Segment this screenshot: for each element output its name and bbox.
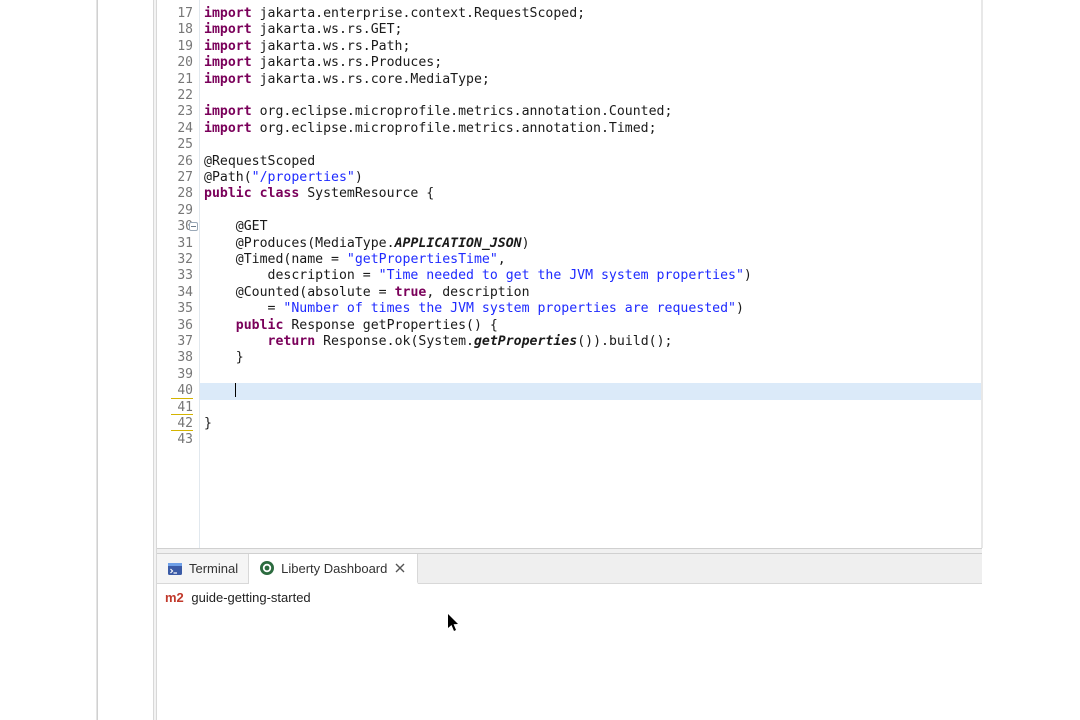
line-number: 28	[157, 186, 199, 202]
line-number: 22	[157, 88, 199, 104]
project-name[interactable]: guide-getting-started	[191, 590, 310, 605]
liberty-icon	[259, 560, 275, 576]
code-line[interactable]	[200, 400, 981, 416]
code-line[interactable]: public Response getProperties() {	[200, 318, 981, 334]
line-number-gutter: 1718192021222324252627282930313233343536…	[157, 0, 200, 548]
line-number: 24	[157, 121, 199, 137]
line-number: 37	[157, 334, 199, 350]
code-line[interactable]: import org.eclipse.microprofile.metrics.…	[200, 121, 981, 137]
terminal-icon	[167, 561, 183, 577]
line-number: 34	[157, 285, 199, 301]
warning-underline	[171, 430, 193, 431]
warning-underline	[171, 414, 193, 415]
code-line[interactable]	[200, 432, 981, 448]
panel-tabs: Terminal Liberty Dashboard	[157, 554, 982, 584]
code-line[interactable]: }	[200, 350, 981, 366]
tab-terminal[interactable]: Terminal	[157, 554, 249, 583]
code-line[interactable]: return Response.ok(System.getProperties(…	[200, 334, 981, 350]
line-number: 36	[157, 318, 199, 334]
line-number: 26	[157, 154, 199, 170]
line-number: 33	[157, 268, 199, 284]
code-line[interactable]	[200, 203, 981, 219]
overview-ruler[interactable]	[981, 0, 983, 548]
line-number: 17	[157, 6, 199, 22]
line-number: 21	[157, 72, 199, 88]
close-icon[interactable]	[393, 561, 407, 575]
line-number: 20	[157, 55, 199, 71]
line-number: 19	[157, 39, 199, 55]
line-number: 31	[157, 236, 199, 252]
code-line[interactable]	[200, 367, 981, 383]
code-line[interactable]: public class SystemResource {	[200, 186, 981, 202]
text-caret	[235, 383, 236, 397]
code-line[interactable]: import jakarta.enterprise.context.Reques…	[200, 6, 981, 22]
line-number: 32	[157, 252, 199, 268]
line-number: 23	[157, 104, 199, 120]
warning-underline	[171, 398, 193, 399]
code-line[interactable]: @Counted(absolute = true, description	[200, 285, 981, 301]
code-line[interactable]	[200, 88, 981, 104]
code-line[interactable]: @Path("/properties")	[200, 170, 981, 186]
code-line[interactable]: import jakarta.ws.rs.GET;	[200, 22, 981, 38]
code-line[interactable]: }	[200, 416, 981, 432]
line-number: 18	[157, 22, 199, 38]
maven-badge: m2	[165, 590, 184, 605]
tab-label: Liberty Dashboard	[281, 561, 387, 576]
code-line[interactable]: @Timed(name = "getPropertiesTime",	[200, 252, 981, 268]
code-editor[interactable]: 1718192021222324252627282930313233343536…	[157, 0, 981, 548]
code-line[interactable]: = "Number of times the JVM system proper…	[200, 301, 981, 317]
code-line[interactable]	[200, 383, 981, 399]
line-number: 43	[157, 432, 199, 448]
code-body[interactable]: import jakarta.enterprise.context.Reques…	[200, 0, 981, 548]
tab-label: Terminal	[189, 561, 238, 576]
code-line[interactable]: import jakarta.ws.rs.core.MediaType;	[200, 72, 981, 88]
line-number: 38	[157, 350, 199, 366]
code-line[interactable]: @RequestScoped	[200, 154, 981, 170]
code-line[interactable]: @GET	[200, 219, 981, 235]
tab-liberty[interactable]: Liberty Dashboard	[249, 554, 418, 584]
code-line[interactable]: import jakarta.ws.rs.Produces;	[200, 55, 981, 71]
line-number: 35	[157, 301, 199, 317]
line-number: 25	[157, 137, 199, 153]
code-line[interactable]	[200, 137, 981, 153]
code-line[interactable]: @Produces(MediaType.APPLICATION_JSON)	[200, 236, 981, 252]
fold-toggle-icon[interactable]	[189, 222, 198, 231]
code-line[interactable]: import jakarta.ws.rs.Path;	[200, 39, 981, 55]
bottom-panel: Terminal Liberty Dashboard m2 guide-getti…	[157, 554, 982, 720]
line-number: 27	[157, 170, 199, 186]
code-line[interactable]: import org.eclipse.microprofile.metrics.…	[200, 104, 981, 120]
line-number: 29	[157, 203, 199, 219]
liberty-dashboard-body[interactable]: m2 guide-getting-started	[157, 584, 982, 611]
line-number: 39	[157, 367, 199, 383]
code-line[interactable]: description = "Time needed to get the JV…	[200, 268, 981, 284]
view-divider-left[interactable]	[96, 0, 98, 720]
